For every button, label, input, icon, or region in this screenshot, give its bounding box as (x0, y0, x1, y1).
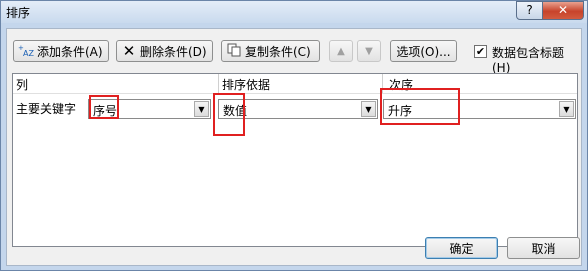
dropdown-arrow-icon[interactable]: ▼ (361, 101, 376, 117)
dropdown-arrow-icon[interactable]: ▼ (194, 101, 209, 117)
triangle-up-icon: ▲ (337, 45, 345, 57)
copy-condition-label: 复制条件(C) (245, 44, 311, 59)
copy-condition-button[interactable]: 复制条件(C) (221, 40, 320, 62)
cancel-label: 取消 (531, 241, 556, 256)
svg-text:AZ: AZ (23, 49, 34, 57)
column-header-col: 列 (16, 78, 29, 92)
move-down-button[interactable]: ▼ (357, 40, 381, 62)
triangle-down-icon: ▼ (365, 45, 373, 57)
ok-button[interactable]: 确定 (425, 237, 498, 259)
delete-condition-label: 删除条件(D) (140, 44, 207, 59)
has-header-label: 数据包含标题(H) (492, 46, 565, 75)
dropdown-arrow-icon[interactable]: ▼ (559, 101, 574, 117)
ok-label: 确定 (449, 241, 474, 256)
add-condition-button[interactable]: + AZ 添加条件(A) (13, 40, 109, 62)
highlight-box (89, 95, 119, 119)
add-condition-icon: + AZ (18, 43, 34, 60)
highlight-box (380, 88, 460, 125)
check-icon: ✔ (475, 45, 486, 58)
help-icon: ? (526, 3, 533, 17)
dialog-title: 排序 (6, 6, 31, 20)
delete-icon: ✕ (122, 42, 136, 60)
help-button[interactable]: ? (516, 1, 543, 20)
column-divider (218, 74, 219, 93)
copy-icon (226, 43, 242, 60)
sort-conditions-list: 列 排序依据 次序 主要关键字 序号 ▼ 数值 ▼ 升序 ▼ (12, 73, 578, 247)
header-separator (13, 93, 577, 94)
has-header-checkbox[interactable]: ✔ (474, 45, 487, 58)
options-label: 选项(O)... (396, 44, 451, 59)
sort-dialog: 排序 ? ✕ + AZ 添加条件(A) ✕ 删除条件(D) 复制条件(C) ▲ ▼ (0, 0, 588, 271)
column-header-sort-on: 排序依据 (222, 78, 271, 92)
delete-condition-button[interactable]: ✕ 删除条件(D) (116, 40, 213, 62)
cancel-button[interactable]: 取消 (507, 237, 580, 259)
move-up-button[interactable]: ▲ (329, 40, 353, 62)
row-label: 主要关键字 (16, 102, 77, 116)
add-condition-label: 添加条件(A) (37, 44, 103, 59)
highlight-box (213, 93, 245, 136)
dialog-body: + AZ 添加条件(A) ✕ 删除条件(D) 复制条件(C) ▲ ▼ 选项(O).… (6, 28, 582, 266)
title-bar: 排序 ? ✕ (1, 1, 587, 23)
close-button[interactable]: ✕ (542, 1, 584, 20)
close-icon: ✕ (557, 3, 569, 17)
options-button[interactable]: 选项(O)... (390, 40, 457, 62)
